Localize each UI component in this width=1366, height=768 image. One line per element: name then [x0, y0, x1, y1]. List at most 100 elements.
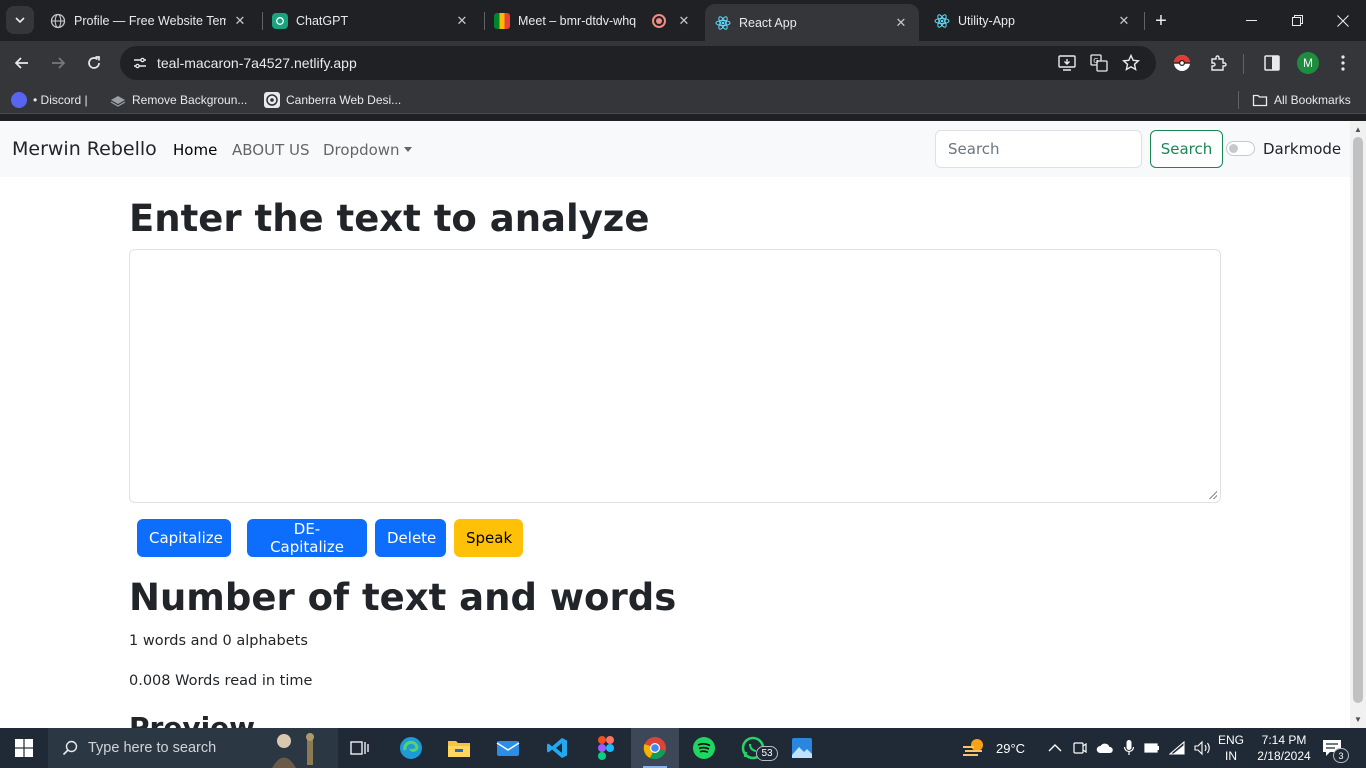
arrow-left-icon [14, 57, 28, 69]
search-input[interactable] [935, 130, 1142, 168]
new-tab-button[interactable]: + [1148, 8, 1174, 34]
weather-widget[interactable]: 29°C [962, 728, 1025, 768]
notification-center[interactable]: 3 [1322, 728, 1349, 768]
figma-icon [598, 736, 614, 760]
nav-dropdown[interactable]: Dropdown [323, 141, 412, 159]
onedrive-icon[interactable] [1096, 742, 1114, 754]
start-button[interactable] [0, 728, 48, 768]
restore-button[interactable] [1274, 0, 1320, 41]
pokeball-extension-icon[interactable] [1171, 52, 1193, 74]
resize-grip-icon[interactable] [1209, 491, 1217, 499]
photos-icon [792, 738, 812, 758]
extensions-icon[interactable] [1207, 52, 1229, 74]
side-panel-icon[interactable] [1261, 52, 1283, 74]
tab-title: React App [739, 15, 797, 30]
bookmark-remove-background[interactable]: Remove Backgroun... [110, 91, 247, 109]
tab-title: Utility-App [958, 14, 1015, 28]
language-indicator[interactable]: ENG IN [1218, 728, 1244, 768]
darkmode-toggle[interactable] [1226, 141, 1255, 156]
scrollbar-thumb[interactable] [1353, 137, 1363, 703]
minimize-icon [1245, 20, 1257, 21]
delete-button[interactable]: Delete [375, 519, 446, 557]
taskbar-search[interactable]: Type here to search [48, 728, 338, 768]
capitalize-button[interactable]: Capitalize [137, 519, 231, 557]
toggle-knob [1229, 144, 1238, 153]
site-info-icon[interactable] [132, 55, 148, 76]
close-tab-icon[interactable]: ✕ [676, 13, 692, 29]
all-bookmarks[interactable]: All Bookmarks [1252, 91, 1351, 109]
windows-taskbar: Type here to search 53 29°C ENG IN 7:14 … [0, 728, 1366, 768]
scroll-down-icon[interactable]: ▼ [1354, 715, 1362, 724]
close-tab-icon[interactable]: ✕ [1116, 13, 1132, 29]
install-app-icon[interactable] [1058, 54, 1076, 77]
close-tab-icon[interactable]: ✕ [893, 15, 909, 31]
tab-profile[interactable]: Profile — Free Website Temp ✕ [40, 6, 258, 36]
layers-icon [110, 92, 126, 108]
meet-presenting-icon[interactable] [1073, 740, 1087, 756]
taskbar-edge[interactable] [387, 728, 435, 768]
tab-react-app[interactable]: React App ✕ [705, 4, 919, 41]
tab-title: Profile — Free Website Temp [74, 14, 226, 28]
wifi-icon[interactable] [1169, 741, 1185, 755]
close-tab-icon[interactable]: ✕ [232, 13, 248, 29]
forward-button[interactable] [44, 49, 72, 77]
taskbar-figma[interactable] [582, 728, 630, 768]
task-view-button[interactable] [336, 728, 384, 768]
translate-icon[interactable]: G [1090, 54, 1108, 77]
battery-icon[interactable] [1144, 742, 1160, 754]
system-tray-icons [1048, 728, 1212, 768]
svg-text:G: G [1093, 57, 1098, 65]
address-bar[interactable]: teal-macaron-7a4527.netlify.app G [120, 46, 1156, 80]
taskbar-spotify[interactable] [680, 728, 728, 768]
tab-meet[interactable]: Meet – bmr-dtdv-whq ✕ [484, 6, 702, 36]
meet-icon [494, 13, 510, 29]
speak-button[interactable]: Speak [454, 519, 523, 557]
navbar-brand[interactable]: Merwin Rebello [12, 138, 157, 160]
react-icon [715, 15, 731, 31]
read-time-text: 0.008 Words read in time [129, 673, 313, 689]
edge-icon [400, 737, 422, 759]
microphone-icon[interactable] [1123, 739, 1135, 757]
reload-button[interactable] [80, 49, 108, 77]
chevron-down-icon [15, 17, 25, 24]
back-button[interactable] [8, 49, 36, 77]
page-content: Merwin Rebello Home ABOUT US Dropdown Se… [0, 121, 1350, 728]
taskbar-vscode[interactable] [533, 728, 581, 768]
taskbar-chrome[interactable] [631, 728, 679, 768]
bookmark-canberra[interactable]: Canberra Web Desi... [264, 91, 401, 109]
profile-avatar[interactable]: M [1297, 52, 1319, 74]
nav-dropdown-label: Dropdown [323, 141, 400, 159]
close-window-button[interactable] [1320, 0, 1366, 41]
taskbar-search-placeholder: Type here to search [88, 740, 217, 756]
scroll-up-icon[interactable]: ▲ [1354, 125, 1362, 134]
search-button[interactable]: Search [1150, 130, 1223, 168]
bookmarks-divider [1238, 91, 1239, 109]
tab-chatgpt[interactable]: ChatGPT ✕ [262, 6, 480, 36]
bookmark-star-icon[interactable] [1121, 53, 1141, 77]
text-input-area[interactable] [129, 249, 1221, 503]
page-scrollbar[interactable]: ▲ ▼ [1350, 121, 1366, 728]
taskbar-whatsapp[interactable]: 53 [729, 728, 778, 768]
taskbar-photos[interactable] [778, 728, 826, 768]
taskbar-mail[interactable] [484, 728, 532, 768]
browser-toolbar: teal-macaron-7a4527.netlify.app G M [0, 41, 1366, 86]
minimize-button[interactable] [1228, 0, 1274, 41]
close-tab-icon[interactable]: ✕ [454, 13, 470, 29]
clock[interactable]: 7:14 PM 2/18/2024 [1252, 728, 1316, 768]
spotify-icon [693, 737, 715, 759]
windows-logo-icon [15, 739, 33, 757]
nav-link-about-us[interactable]: ABOUT US [232, 141, 310, 159]
decapitalize-button[interactable]: DE-Capitalize [247, 519, 367, 557]
volume-icon[interactable] [1194, 740, 1212, 756]
chrome-menu-icon[interactable] [1332, 52, 1354, 74]
task-view-icon [350, 741, 369, 755]
search-highlight-illustration [262, 729, 332, 768]
taskbar-file-explorer[interactable] [435, 728, 483, 768]
preview-heading: Preview [129, 711, 256, 728]
nav-link-home[interactable]: Home [173, 141, 217, 159]
chevron-up-icon[interactable] [1048, 743, 1062, 753]
caret-down-icon [403, 147, 412, 152]
bookmark-discord[interactable]: • Discord | [11, 91, 88, 109]
tab-utility-app[interactable]: Utility-App ✕ [924, 6, 1142, 36]
tab-search-button[interactable] [6, 6, 34, 34]
